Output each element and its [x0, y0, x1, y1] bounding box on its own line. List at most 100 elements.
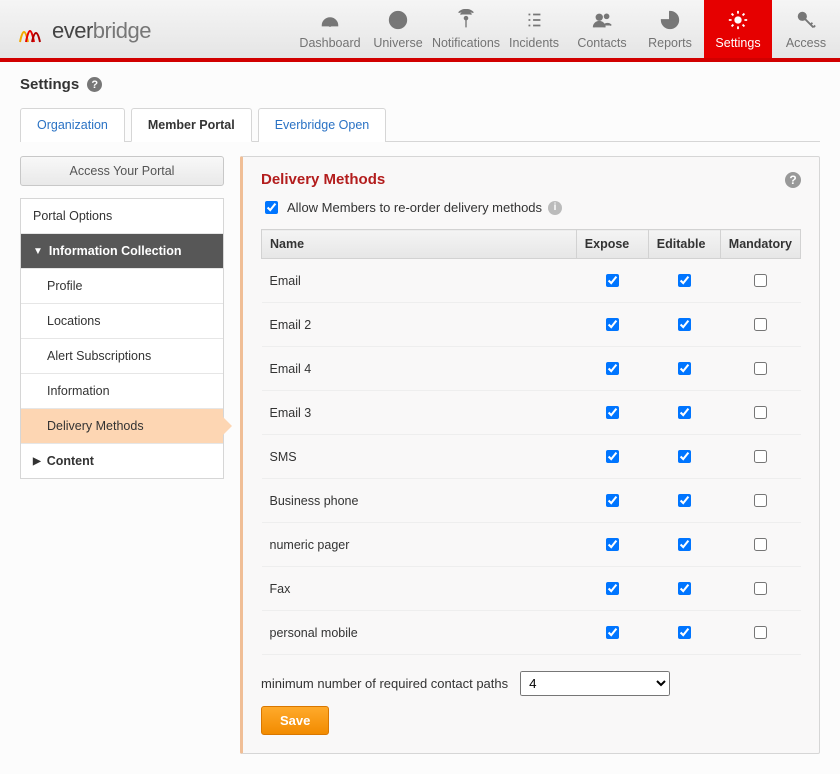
checkbox-cell [576, 567, 648, 611]
expose-checkbox[interactable] [606, 582, 619, 595]
checkbox-cell [720, 567, 800, 611]
editable-checkbox[interactable] [678, 582, 691, 595]
checkbox-cell [576, 303, 648, 347]
checkbox-cell [576, 391, 648, 435]
help-icon[interactable]: ? [785, 172, 801, 188]
mandatory-checkbox[interactable] [754, 538, 767, 551]
checkbox-cell [720, 259, 800, 303]
checkbox-cell [648, 567, 720, 611]
nav-dashboard[interactable]: Dashboard [296, 0, 364, 58]
mandatory-checkbox[interactable] [754, 274, 767, 287]
tab-everbridge-open[interactable]: Everbridge Open [258, 108, 387, 142]
checkbox-cell [648, 391, 720, 435]
expose-checkbox[interactable] [606, 626, 619, 639]
sidebar-item-locations[interactable]: Locations [21, 304, 223, 339]
brand-logo: everbridge [0, 8, 169, 58]
nav-access[interactable]: Access [772, 0, 840, 58]
method-name: numeric pager [262, 523, 577, 567]
caret-right-icon: ▶ [33, 456, 41, 467]
people-icon [591, 9, 613, 31]
tab-organization[interactable]: Organization [20, 108, 125, 142]
mandatory-checkbox[interactable] [754, 626, 767, 639]
access-portal-button[interactable]: Access Your Portal [20, 156, 224, 186]
nav-label: Dashboard [299, 36, 360, 50]
method-name: Email 4 [262, 347, 577, 391]
expose-checkbox[interactable] [606, 450, 619, 463]
editable-checkbox[interactable] [678, 406, 691, 419]
checkbox-cell [576, 259, 648, 303]
brand-logo-icon [18, 18, 46, 44]
settings-tabs: Organization Member Portal Everbridge Op… [20, 107, 820, 142]
mandatory-checkbox[interactable] [754, 362, 767, 375]
editable-checkbox[interactable] [678, 274, 691, 287]
expose-checkbox[interactable] [606, 406, 619, 419]
save-button[interactable]: Save [261, 706, 329, 735]
expose-checkbox[interactable] [606, 318, 619, 331]
sidebar-item-information[interactable]: Information [21, 374, 223, 409]
sidebar-item-portal-options[interactable]: Portal Options [21, 199, 223, 234]
sidebar-item-alert-subscriptions[interactable]: Alert Subscriptions [21, 339, 223, 374]
main-panel: Delivery Methods ? Allow Members to re-o… [240, 156, 820, 754]
sidebar-item-profile[interactable]: Profile [21, 269, 223, 304]
allow-reorder-label: Allow Members to re-order delivery metho… [287, 200, 542, 215]
min-paths-select[interactable]: 4 [520, 671, 670, 696]
info-icon[interactable]: i [548, 201, 562, 215]
editable-checkbox[interactable] [678, 626, 691, 639]
editable-checkbox[interactable] [678, 538, 691, 551]
method-name: Email 3 [262, 391, 577, 435]
checkbox-cell [648, 611, 720, 655]
mandatory-checkbox[interactable] [754, 582, 767, 595]
col-name: Name [262, 230, 577, 259]
table-row: Fax [262, 567, 801, 611]
table-row: Business phone [262, 479, 801, 523]
checkbox-cell [648, 259, 720, 303]
checkbox-cell [648, 523, 720, 567]
editable-checkbox[interactable] [678, 450, 691, 463]
sidebar-item-content[interactable]: ▶ Content [21, 444, 223, 478]
gear-icon [727, 9, 749, 31]
sidebar-item-information-collection[interactable]: ▼ Information Collection [21, 234, 223, 269]
checkbox-cell [576, 523, 648, 567]
nav-notifications[interactable]: Notifications [432, 0, 500, 58]
caret-down-icon: ▼ [33, 246, 43, 257]
nav-label: Universe [373, 36, 422, 50]
primary-nav: Dashboard Universe Notifications Inciden… [296, 0, 840, 58]
nav-incidents[interactable]: Incidents [500, 0, 568, 58]
sidebar-item-delivery-methods[interactable]: Delivery Methods [21, 409, 223, 444]
nav-contacts[interactable]: Contacts [568, 0, 636, 58]
editable-checkbox[interactable] [678, 494, 691, 507]
method-name: SMS [262, 435, 577, 479]
help-icon[interactable]: ? [87, 77, 102, 92]
mandatory-checkbox[interactable] [754, 406, 767, 419]
checkbox-cell [720, 523, 800, 567]
allow-reorder-checkbox[interactable] [265, 201, 278, 214]
method-name: personal mobile [262, 611, 577, 655]
expose-checkbox[interactable] [606, 538, 619, 551]
editable-checkbox[interactable] [678, 318, 691, 331]
checkbox-cell [720, 347, 800, 391]
col-mandatory: Mandatory [720, 230, 800, 259]
antenna-icon [455, 9, 477, 31]
expose-checkbox[interactable] [606, 274, 619, 287]
checkbox-cell [648, 479, 720, 523]
nav-settings[interactable]: Settings [704, 0, 772, 58]
method-name: Business phone [262, 479, 577, 523]
mandatory-checkbox[interactable] [754, 494, 767, 507]
editable-checkbox[interactable] [678, 362, 691, 375]
checkbox-cell [648, 347, 720, 391]
checkbox-cell [720, 391, 800, 435]
nav-label: Access [786, 36, 826, 50]
tab-member-portal[interactable]: Member Portal [131, 108, 252, 142]
nav-label: Contacts [577, 36, 626, 50]
nav-universe[interactable]: Universe [364, 0, 432, 58]
checkbox-cell [648, 435, 720, 479]
checkbox-cell [576, 479, 648, 523]
expose-checkbox[interactable] [606, 362, 619, 375]
key-icon [795, 9, 817, 31]
list-icon [523, 9, 545, 31]
expose-checkbox[interactable] [606, 494, 619, 507]
mandatory-checkbox[interactable] [754, 318, 767, 331]
nav-reports[interactable]: Reports [636, 0, 704, 58]
col-editable: Editable [648, 230, 720, 259]
mandatory-checkbox[interactable] [754, 450, 767, 463]
